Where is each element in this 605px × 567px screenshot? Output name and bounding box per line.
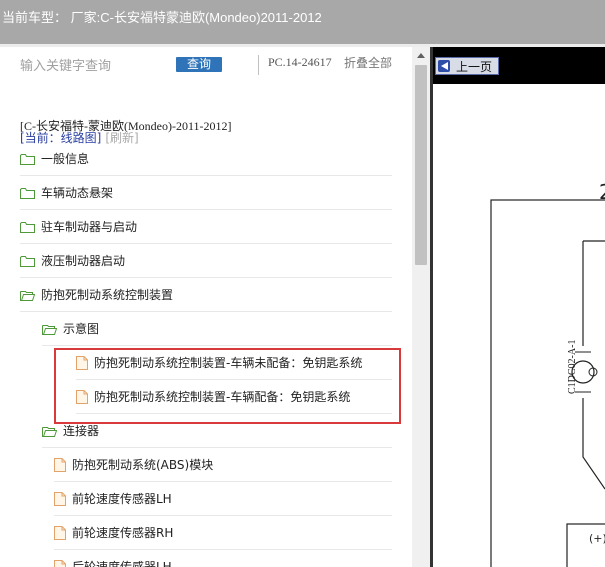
vertical-scrollbar[interactable] [412,47,430,567]
tree-item-schematic[interactable]: 示意图 [42,312,392,346]
terminal-label: (+) [589,532,605,545]
tree-item-label: 示意图 [63,322,100,336]
folder-open-icon [42,426,57,437]
title-bar: 当前车型： 厂家:C-长安福特蒙迪欧(Mondeo)2011-2012 [0,0,605,44]
folder-closed-icon [20,221,35,233]
tree-item-label: 前轮速度传感器RH [72,526,174,540]
document-icon [54,559,66,567]
window-title: 当前车型： 厂家:C-长安福特蒙迪欧(Mondeo)2011-2012 [2,10,322,25]
search-input[interactable] [16,57,174,75]
tree-item-dynamic-suspension[interactable]: 车辆动态悬架 [20,176,392,210]
previous-page-button[interactable]: 上一页 [435,57,500,75]
previous-page-label: 上一页 [456,59,493,74]
folder-closed-icon [20,255,35,267]
tree-item-label: 车辆动态悬架 [41,186,114,200]
search-button[interactable]: 查询 [176,57,222,72]
document-icon [76,389,88,404]
tree-item-hydraulic-brake[interactable]: 液压制动器启动 [20,244,392,278]
tree-item-label: 一般信息 [41,152,90,166]
document-code: PC.14-24617 [268,55,332,69]
tree-item-abs-no-keyless[interactable]: 防抱死制动系统控制装置-车辆未配备：免钥匙系统 [76,346,392,380]
arrow-left-icon [438,60,450,72]
tree-item-label: 防抱死制动系统(ABS)模块 [72,458,214,472]
tree-item-abs-module[interactable]: 防抱死制动系统(ABS)模块 [54,448,392,482]
tree-item-label: 防抱死制动系统控制装置 [41,288,174,302]
tree-item-abs-control[interactable]: 防抱死制动系统控制装置 [20,278,392,312]
document-icon [54,457,66,472]
folder-closed-icon [20,187,35,199]
tree-item-rear-wheel-sensor-lh[interactable]: 后轮速度传感器LH [54,550,392,567]
tree-item-label: 液压制动器启动 [41,254,126,268]
wiring-diagram: 2 C1DC02-A-1 (+) [433,84,605,567]
toolbar-separator [258,55,259,75]
tree-item-label: 防抱死制动系统控制装置-车辆配备：免钥匙系统 [94,390,351,404]
navigation-pane: 查询 PC.14-24617 折叠全部 [C-长安福特-蒙迪欧(Mondeo)-… [0,47,430,567]
tree-item-connectors[interactable]: 连接器 [42,414,392,448]
document-icon [54,491,66,506]
scroll-up-icon[interactable] [412,47,430,64]
connector-label: C1DC02-A-1 [567,340,578,394]
folder-closed-icon [20,153,35,165]
tree-item-front-wheel-sensor-lh[interactable]: 前轮速度传感器LH [54,482,392,516]
tree-item-parking-brake[interactable]: 驻车制动器与启动 [20,210,392,244]
tree-item-abs-with-keyless[interactable]: 防抱死制动系统控制装置-车辆配备：免钥匙系统 [76,380,392,414]
component-box [566,523,605,567]
scroll-thumb[interactable] [415,65,427,265]
tree-item-front-wheel-sensor-rh[interactable]: 前轮速度传感器RH [54,516,392,550]
tree-item-label: 驻车制动器与启动 [41,220,138,234]
diagram-frame [490,199,605,567]
tree-item-label: 前轮速度传感器LH [72,492,172,506]
search-bar: 查询 PC.14-24617 折叠全部 [0,47,412,87]
collapse-all-link[interactable]: 折叠全部 [344,54,392,71]
tree-item-label: 后轮速度传感器LH [72,560,172,567]
tree-item-label: 连接器 [63,424,100,438]
folder-open-icon [20,290,35,301]
folder-open-icon [42,324,57,335]
tree-item-general-info[interactable]: 一般信息 [20,142,392,176]
tree-item-label: 防抱死制动系统控制装置-车辆未配备：免钥匙系统 [94,356,363,370]
document-icon [54,525,66,540]
diagram-viewer: 上一页 2 C1DC02-A-1 (+) [433,47,605,567]
document-icon [76,355,88,370]
